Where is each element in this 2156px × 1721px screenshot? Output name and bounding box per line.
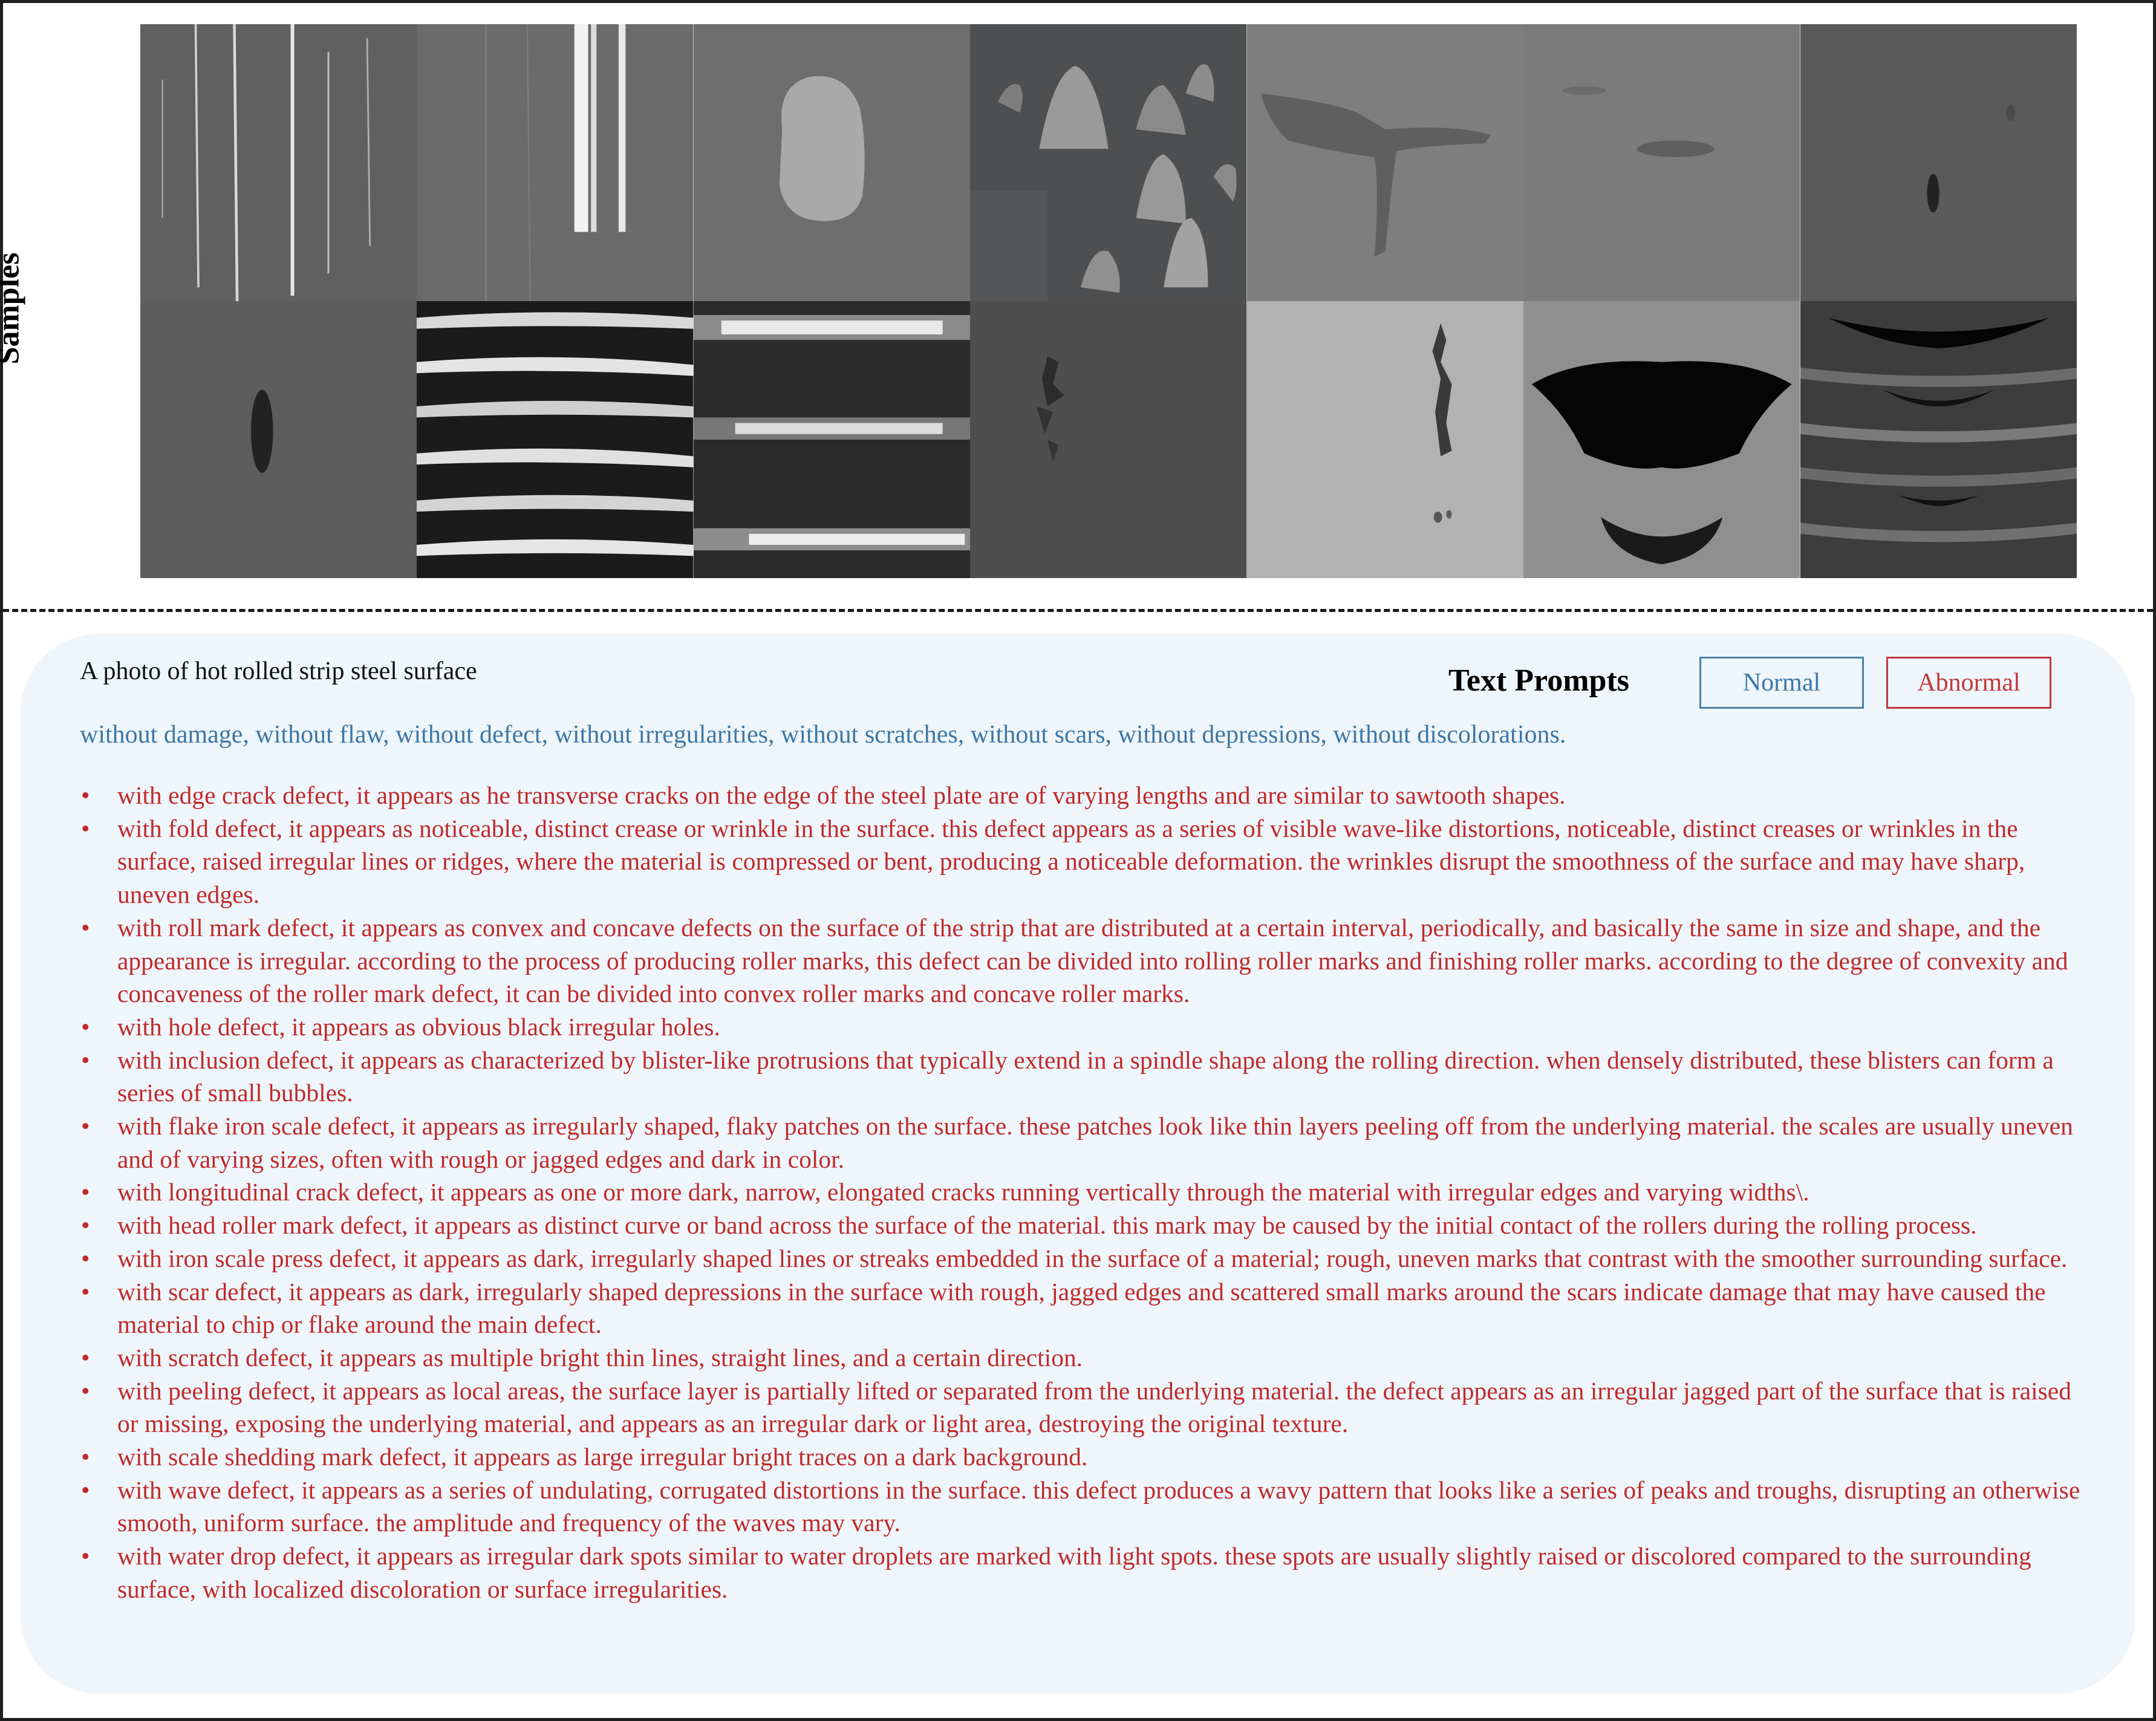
sample-image-r2c3: [693, 301, 971, 578]
abnormal-prompt-list: with edge crack defect, it appears as he…: [80, 779, 2094, 1606]
sample-image-r2c7: [1800, 301, 2077, 578]
abnormal-prompt-item: with scratch defect, it appears as multi…: [80, 1341, 2094, 1375]
sample-image-r2c2: [417, 301, 694, 578]
sample-image-r1c3: [693, 24, 971, 301]
sample-image-r1c7: [1800, 24, 2077, 301]
sample-image-r1c4: [970, 24, 1247, 301]
sample-image-r1c2: [417, 24, 694, 301]
legend-normal-tag: Normal: [1699, 657, 1864, 709]
abnormal-prompt-item: with head roller mark defect, it appears…: [80, 1209, 2094, 1242]
abnormal-prompt-item: with scale shedding mark defect, it appe…: [80, 1440, 2094, 1474]
sample-image-r1c6: [1523, 24, 1800, 301]
sample-image-r2c6: [1523, 301, 1800, 578]
abnormal-prompt-item: with hole defect, it appears as obvious …: [80, 1010, 2094, 1044]
abnormal-prompt-item: with edge crack defect, it appears as he…: [80, 779, 2094, 812]
sample-image-r2c1: [140, 301, 417, 578]
abnormal-prompt-item: with roll mark defect, it appears as con…: [80, 911, 2094, 1010]
abnormal-prompt-item: with fold defect, it appears as noticeab…: [80, 812, 2094, 911]
samples-label-text: Samples: [0, 252, 26, 365]
sample-image-r1c1: [140, 24, 417, 301]
section-divider: [3, 609, 2153, 612]
abnormal-prompt-item: with water drop defect, it appears as ir…: [80, 1540, 2094, 1606]
abnormal-prompt-item: with scar defect, it appears as dark, ir…: [80, 1275, 2094, 1341]
abnormal-prompt-item: with longitudinal crack defect, it appea…: [80, 1176, 2094, 1209]
abnormal-prompt-item: with inclusion defect, it appears as cha…: [80, 1044, 2094, 1110]
text-prompts-title: Text Prompts: [1448, 663, 1629, 698]
abnormal-prompt-item: with peeling defect, it appears as local…: [80, 1375, 2094, 1440]
abnormal-prompt-item: with wave defect, it appears as a series…: [80, 1474, 2094, 1540]
sample-image-r1c5: [1246, 24, 1524, 301]
abnormal-prompt-item: with iron scale press defect, it appears…: [80, 1242, 2094, 1275]
sample-image-r2c5: [1246, 301, 1524, 578]
abnormal-prompt-item: with flake iron scale defect, it appears…: [80, 1110, 2094, 1176]
sample-image-r2c4: [970, 301, 1247, 578]
prompt-prefix: A photo of hot rolled strip steel surfac…: [80, 657, 477, 685]
sample-image-grid: [140, 24, 2077, 578]
legend-abnormal-tag: Abnormal: [1886, 657, 2051, 709]
normal-prompt-text: without damage, without flaw, without de…: [80, 721, 1566, 749]
